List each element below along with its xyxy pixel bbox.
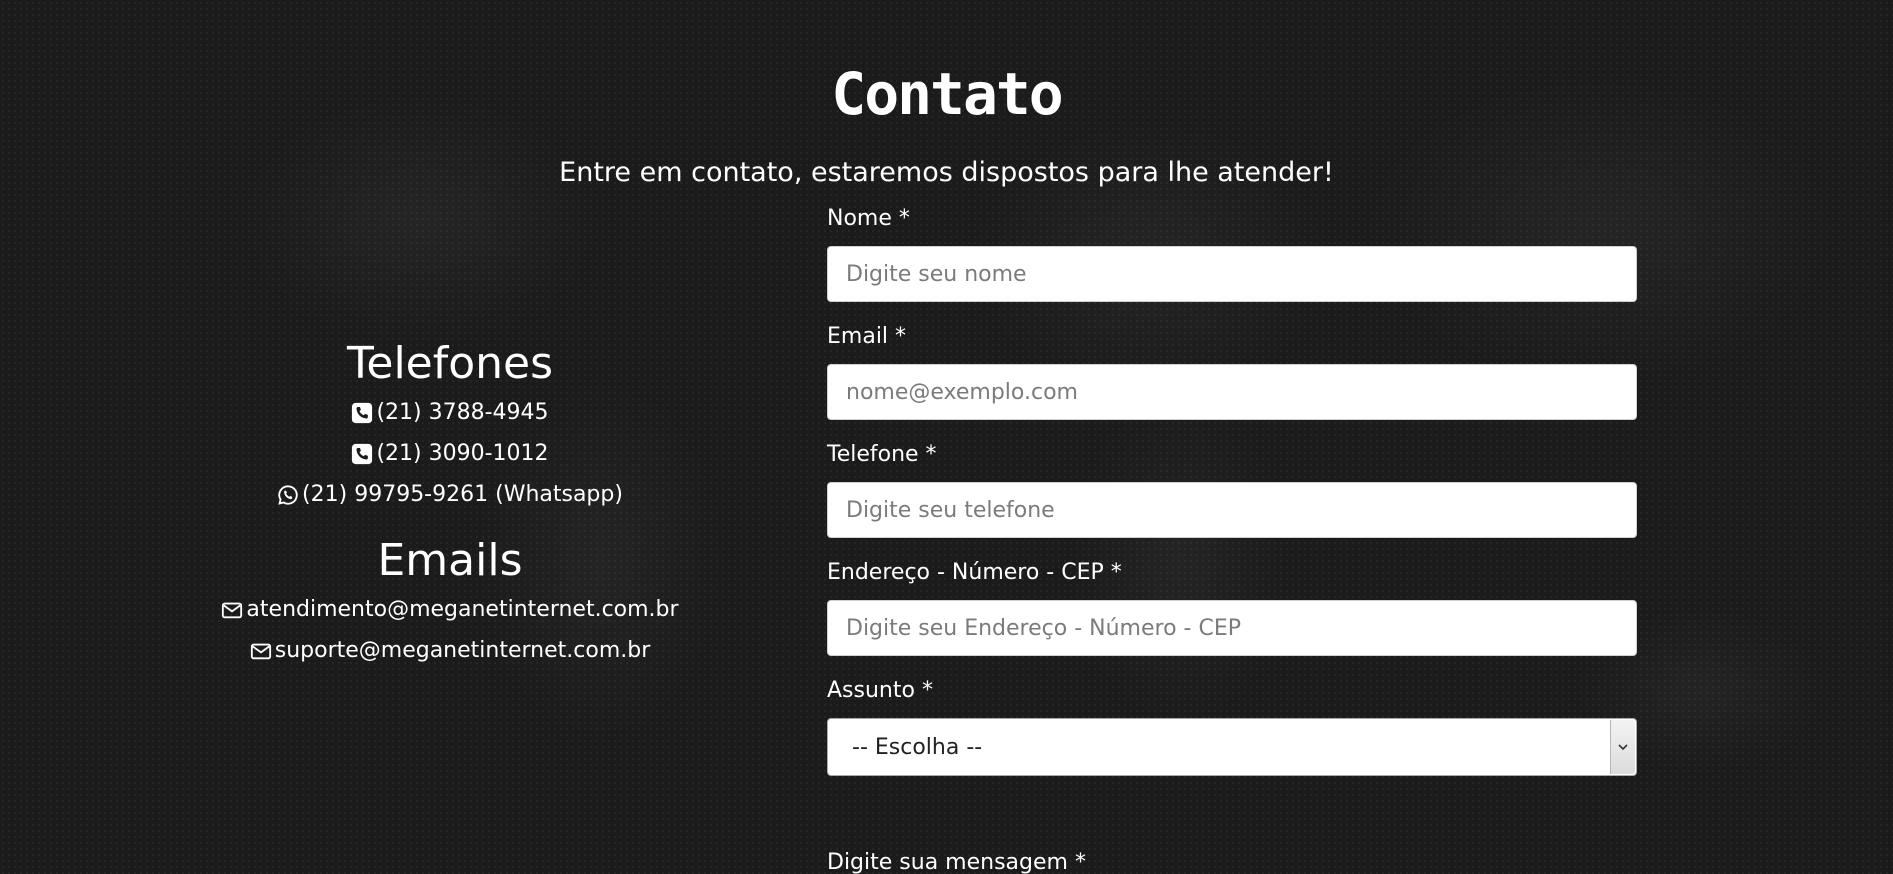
address-input[interactable] — [827, 600, 1637, 656]
subject-select[interactable]: -- Escolha -- — [827, 718, 1637, 776]
name-input[interactable] — [827, 246, 1637, 302]
phone-item: (21) 3788-4945 — [140, 392, 760, 433]
phone-square-icon — [352, 443, 373, 464]
emails-section: Emails atendimento@meganetinternet.com.b… — [140, 533, 760, 671]
emails-heading: Emails — [377, 535, 523, 586]
phone-field-group: Telefone * — [827, 440, 1637, 538]
address-field-group: Endereço - Número - CEP * — [827, 558, 1637, 656]
phone-number: (21) 3090-1012 — [376, 441, 549, 466]
phone-input[interactable] — [827, 482, 1637, 538]
contact-page: Contato Entre em contato, estaremos disp… — [0, 0, 1893, 874]
email-field-group: Email * — [827, 322, 1637, 420]
subject-label: Assunto * — [827, 678, 933, 703]
phone-label: Telefone * — [827, 442, 937, 467]
page-subtitle: Entre em contato, estaremos dispostos pa… — [559, 157, 1334, 188]
phones-heading: Telefones — [346, 338, 554, 389]
email-item: suporte@meganetinternet.com.br — [140, 630, 760, 671]
chevron-down-icon — [1618, 744, 1628, 751]
subject-selected-value: -- Escolha -- — [852, 734, 983, 760]
phone-number: (21) 3788-4945 — [376, 400, 549, 425]
whatsapp-item: (21) 99795-9261 (Whatsapp) — [140, 474, 760, 515]
email-item: atendimento@meganetinternet.com.br — [140, 589, 760, 630]
select-dropdown-button[interactable] — [1610, 720, 1635, 774]
address-label: Endereço - Número - CEP * — [827, 560, 1122, 585]
name-field-group: Nome * — [827, 204, 1637, 302]
name-label: Nome * — [827, 206, 910, 231]
subject-field-group: Assunto * -- Escolha -- — [827, 676, 1637, 776]
email-address: suporte@meganetinternet.com.br — [274, 638, 651, 663]
email-address: atendimento@meganetinternet.com.br — [246, 597, 679, 622]
contact-form: Nome * Email * Telefone * Endereço - Núm… — [827, 204, 1637, 796]
whatsapp-icon — [278, 484, 298, 505]
email-label: Email * — [827, 324, 907, 349]
phone-square-icon — [352, 402, 373, 423]
whatsapp-number: (21) 99795-9261 (Whatsapp) — [302, 482, 623, 507]
phone-item: (21) 3090-1012 — [140, 433, 760, 474]
message-label: Digite sua mensagem * — [827, 850, 1086, 874]
contact-info: Telefones (21) 3788-4945 (21) 3090-1012 … — [140, 336, 760, 671]
page-title: Contato — [831, 59, 1063, 128]
envelope-icon — [222, 602, 243, 618]
envelope-icon — [250, 643, 271, 659]
email-input[interactable] — [827, 364, 1637, 420]
